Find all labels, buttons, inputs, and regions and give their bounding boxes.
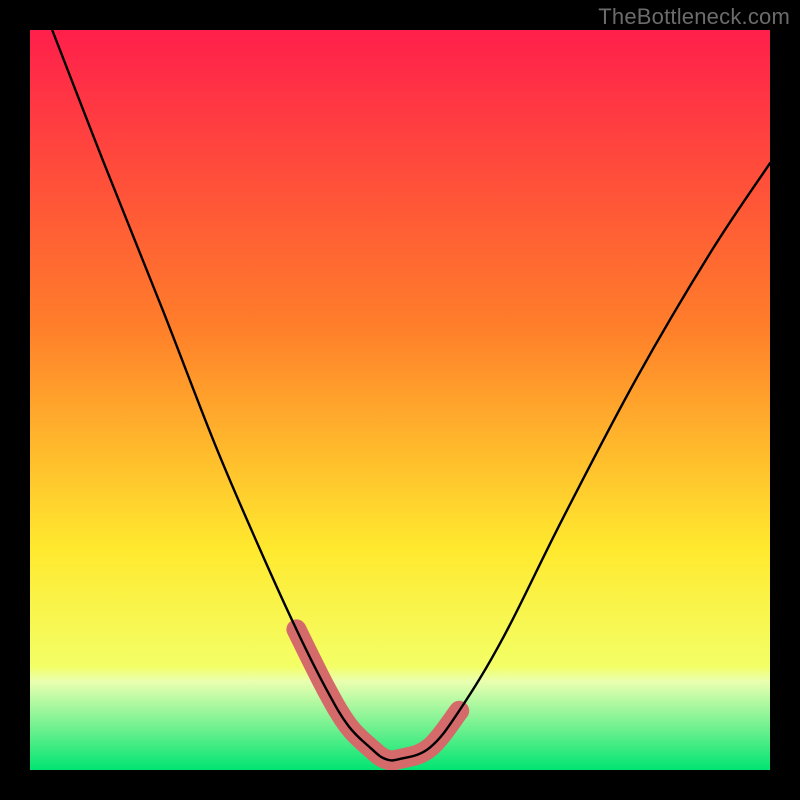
gradient-background [30,30,770,770]
watermark-label: TheBottleneck.com [598,4,790,30]
chart-frame: TheBottleneck.com [0,0,800,800]
plot-area [30,30,770,770]
chart-svg [30,30,770,770]
